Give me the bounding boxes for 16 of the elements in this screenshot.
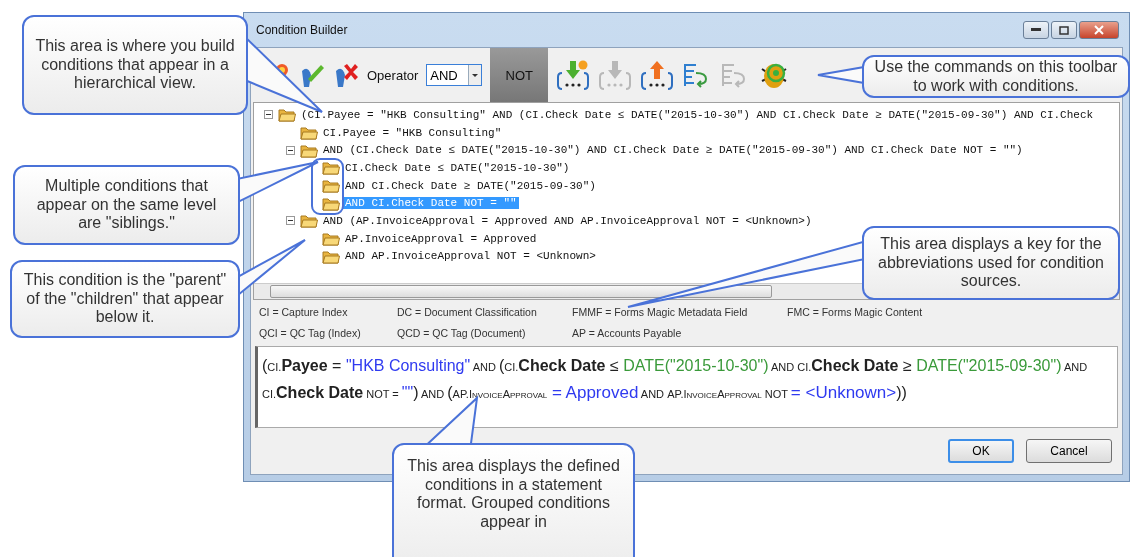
window-title: Condition Builder [256, 23, 349, 37]
callout: This area is where you build conditions that appear in a hierarchical view. [22, 15, 248, 115]
key-entry: CI = Capture Index [259, 306, 349, 320]
key-entry: DC = Document Classification [397, 306, 538, 320]
callout: Multiple conditions that appear on the same level are "siblings." [13, 165, 240, 245]
key-entry: QCD = QC Tag (Document) [397, 327, 527, 341]
key-entry: FMMF = Forms Magic Metadata Field [572, 306, 749, 320]
key-entry: AP = Accounts Payable [572, 327, 683, 341]
statement-text: (CI.Payee = "HKB Consulting"AND (CI.Check Date ≤ DATE("2015-10-30")AND CI.Check Date ≥ DATE("2015-09-30")AND CI.Check Date NOT = "")AND (AP.InvoiceApproval = Approved AND AP.InvoiceApproval NOT = <Unknown>)) [255, 346, 1118, 428]
operator-label: Operator [367, 67, 419, 83]
callout: This condition is the "parent" of the "children" that appear below it. [10, 260, 240, 338]
key-entry: FMC = Forms Magic Content [787, 306, 924, 320]
callout: This area displays the defined conditions in a statement format. Grouped conditions appear in [392, 443, 635, 557]
callout: This area displays a key for the abbreviations used for condition sources. [862, 226, 1120, 300]
key-entry: QCI = QC Tag (Index) [259, 327, 362, 341]
callout: Use the commands on this toolbar to work with conditions. [862, 55, 1130, 98]
